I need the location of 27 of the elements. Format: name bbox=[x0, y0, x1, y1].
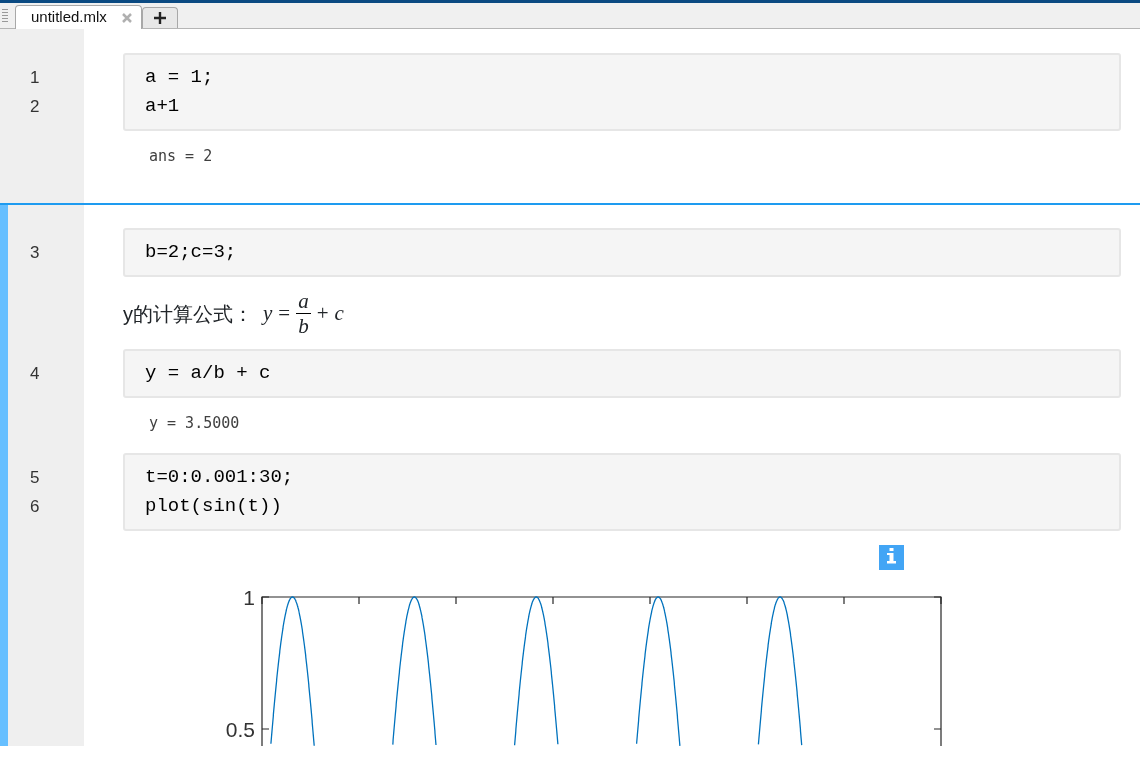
line-number: 1 bbox=[30, 67, 40, 89]
tick-label: 0.5 bbox=[225, 718, 255, 741]
line-number: 5 bbox=[30, 467, 40, 489]
tick-label: 1 bbox=[243, 586, 255, 609]
grip-icon[interactable] bbox=[1, 7, 9, 25]
code-line: b=2;c=3; bbox=[145, 240, 238, 265]
text-line: y的计算公式： bbox=[123, 302, 253, 327]
code-line: a+1 bbox=[145, 94, 181, 119]
code-line: a = 1; bbox=[145, 65, 215, 90]
line-number: 4 bbox=[30, 363, 40, 385]
code-block[interactable]: t=0:0.001:30; plot(sin(t)) bbox=[123, 453, 1121, 531]
line-number: 2 bbox=[30, 96, 40, 118]
code-block[interactable]: b=2;c=3; bbox=[123, 228, 1121, 277]
code-block[interactable]: a = 1; a+1 bbox=[123, 53, 1121, 131]
code-block[interactable]: y = a/b + c bbox=[123, 349, 1121, 398]
output-text: y = 3.5000 bbox=[149, 414, 240, 432]
line-number: 3 bbox=[30, 242, 40, 264]
file-tab[interactable]: untitled.mlx bbox=[15, 5, 142, 29]
line-number: 6 bbox=[30, 496, 40, 518]
info-icon[interactable] bbox=[879, 545, 904, 570]
code-line: y = a/b + c bbox=[145, 361, 272, 386]
close-icon[interactable] bbox=[120, 11, 133, 24]
plus-icon[interactable] bbox=[152, 11, 167, 25]
code-line: t=0:0.001:30; bbox=[145, 465, 295, 490]
output-text: ans = 2 bbox=[149, 147, 213, 165]
new-tab-button[interactable] bbox=[141, 7, 178, 28]
code-line: plot(sin(t)) bbox=[145, 494, 283, 519]
